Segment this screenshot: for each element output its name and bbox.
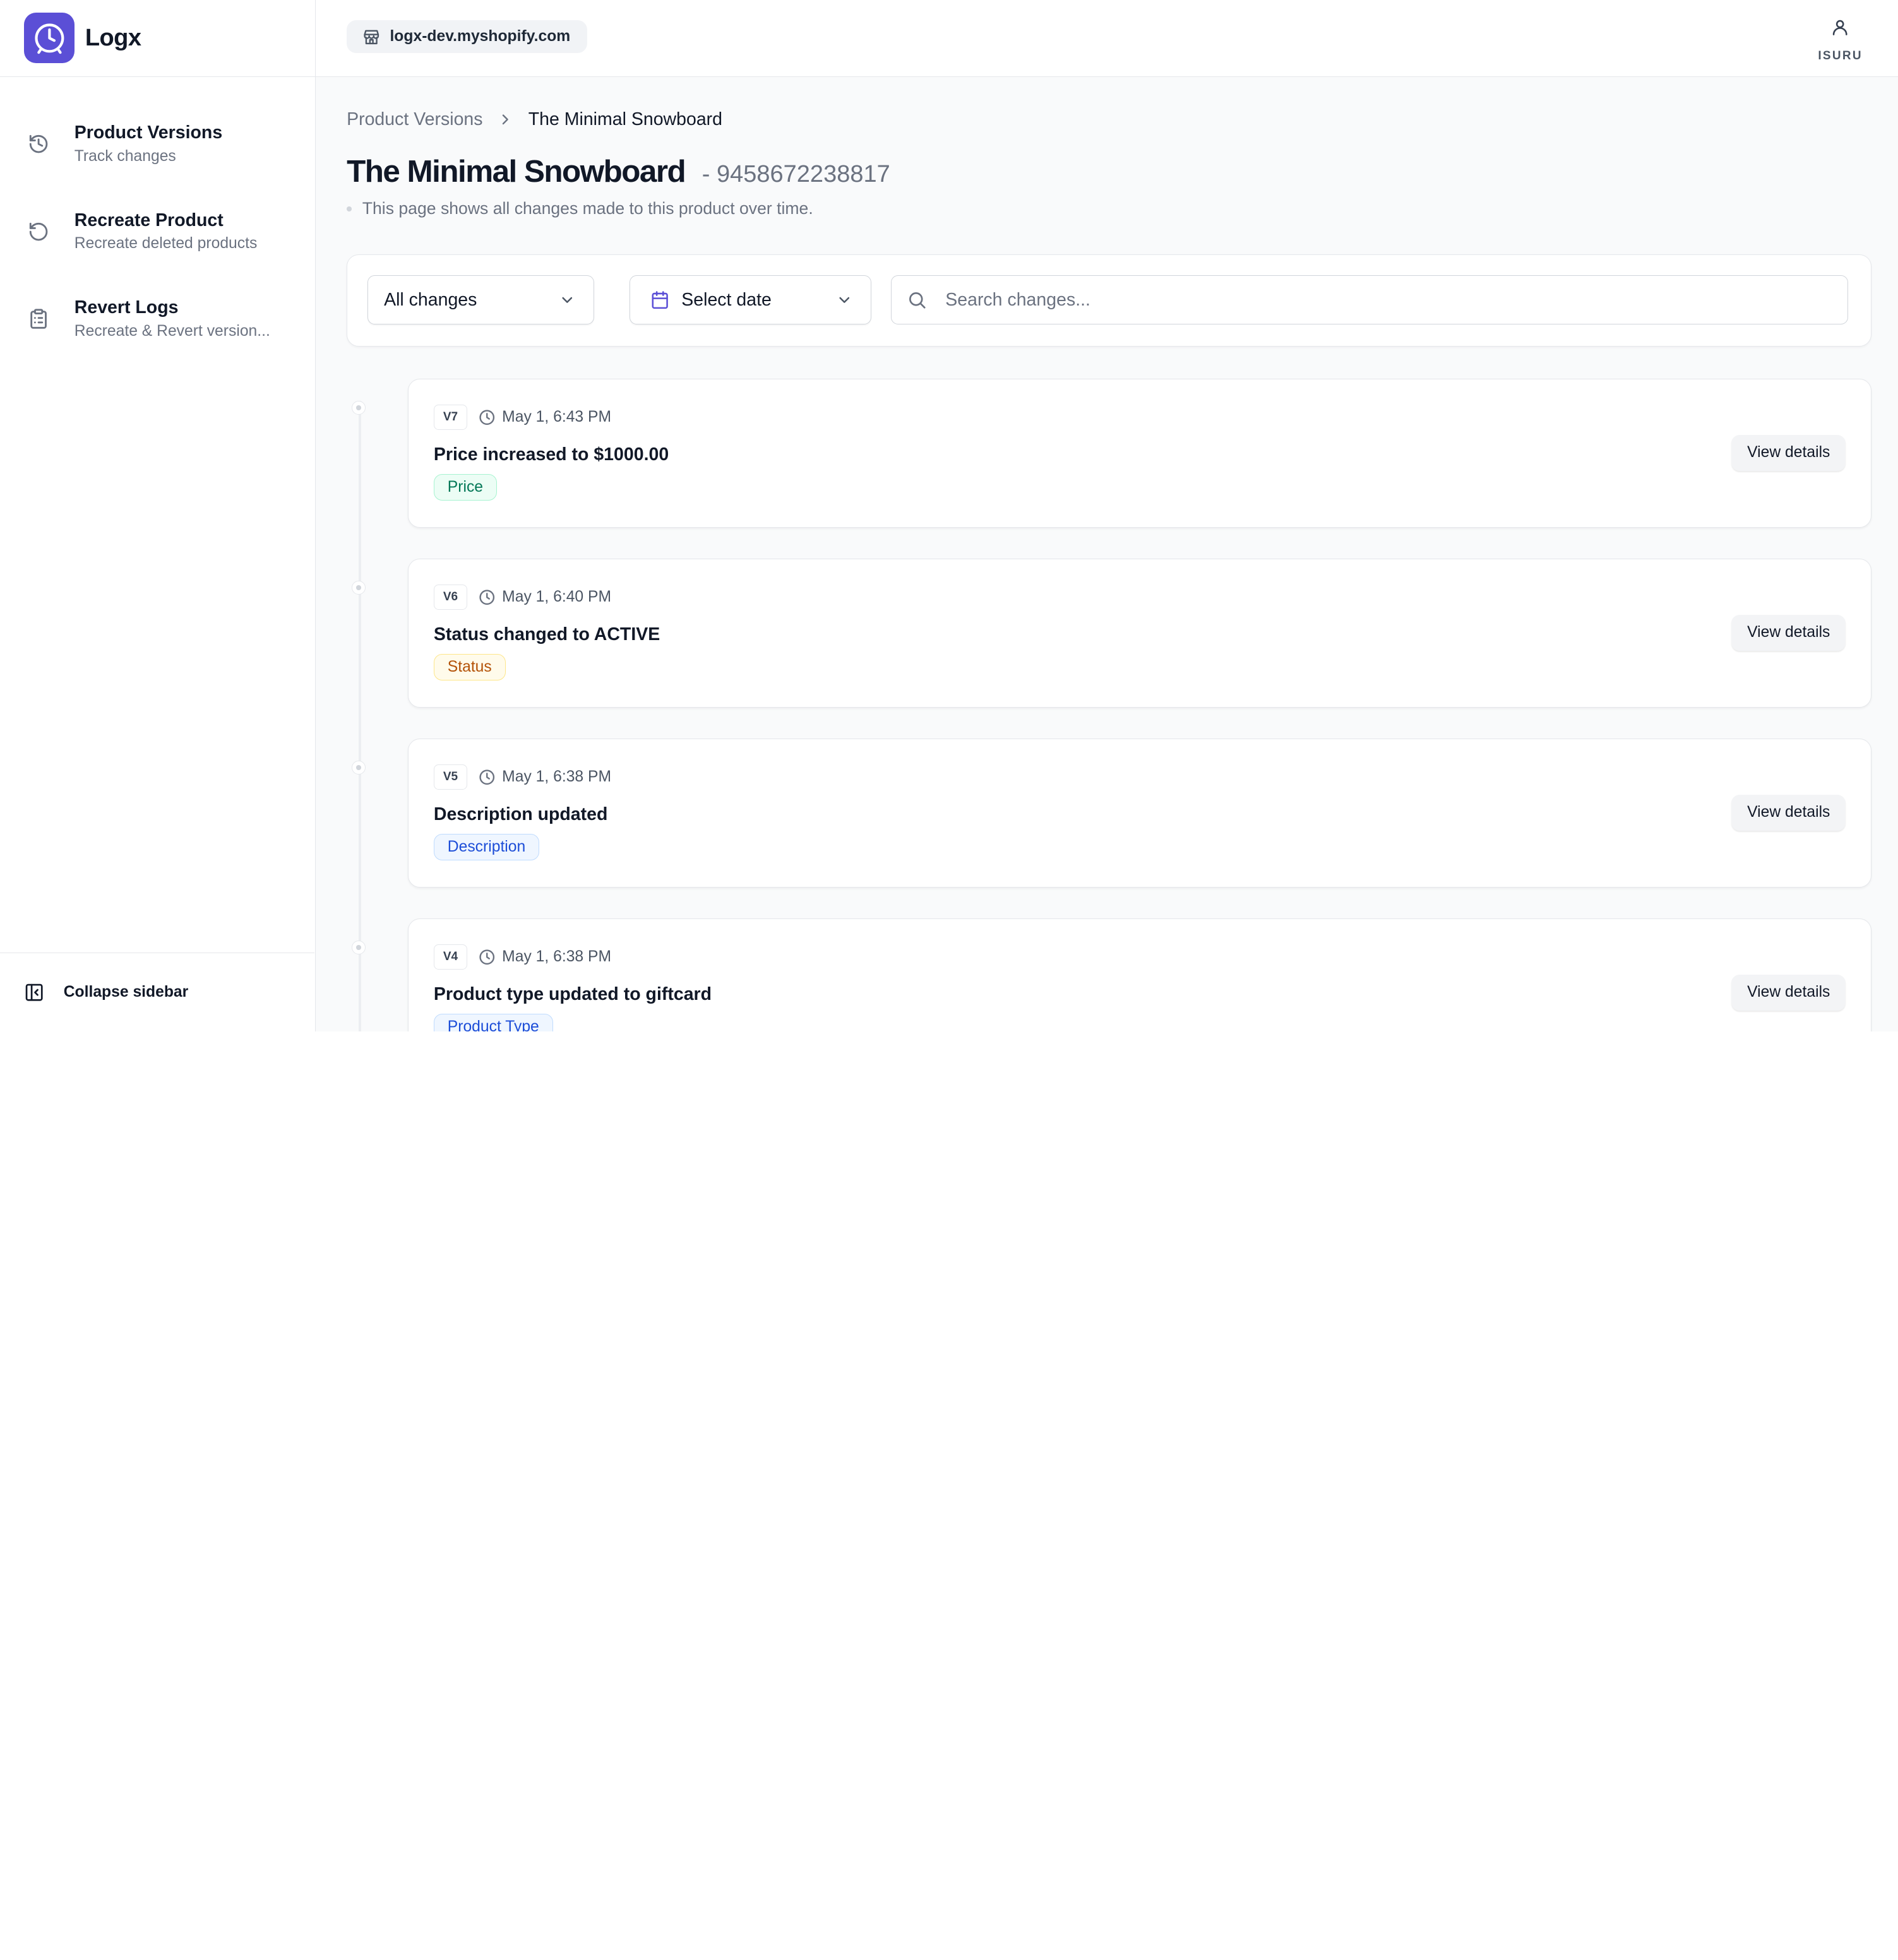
sidebar-item-subtitle: Recreate deleted products xyxy=(74,235,258,252)
date-picker[interactable]: Select date xyxy=(629,275,872,324)
change-tag: Status xyxy=(433,654,506,681)
app-root: Logx Product Versions Track changes Recr… xyxy=(0,0,1898,1031)
timeline-dot xyxy=(351,940,366,955)
view-details-button[interactable]: View details xyxy=(1731,614,1846,651)
change-card: V4 May 1, 6:38 PM Product type updated t… xyxy=(407,918,1871,1031)
app-name: Logx xyxy=(85,24,141,51)
calendar-icon xyxy=(650,290,669,309)
breadcrumb: Product Versions The Minimal Snowboard xyxy=(347,109,722,130)
user-name: ISURU xyxy=(1818,49,1863,62)
version-badge: V7 xyxy=(433,405,468,431)
store-icon xyxy=(362,28,381,46)
change-title: Price increased to $1000.00 xyxy=(433,444,669,465)
rotate-ccw-icon xyxy=(28,221,49,242)
clock-icon xyxy=(478,408,496,427)
sidebar-item-subtitle: Track changes xyxy=(74,147,176,165)
clock-icon xyxy=(478,588,496,607)
sidebar: Logx Product Versions Track changes Recr… xyxy=(0,0,316,1031)
sidebar-item-product-versions[interactable]: Product Versions Track changes xyxy=(0,101,315,189)
filter-bar: All changes Select date xyxy=(347,254,1871,347)
collapse-sidebar-label: Collapse sidebar xyxy=(63,983,189,1001)
chevron-right-icon xyxy=(497,111,514,128)
breadcrumb-product-versions[interactable]: Product Versions xyxy=(347,109,482,130)
change-tag: Product Type xyxy=(433,1014,553,1031)
change-time: May 1, 6:38 PM xyxy=(502,948,612,966)
change-card: V7 May 1, 6:43 PM Price increased to $10… xyxy=(407,379,1871,528)
breadcrumb-current: The Minimal Snowboard xyxy=(528,109,723,129)
sidebar-item-title: Revert Logs xyxy=(74,297,179,318)
store-selector[interactable]: logx-dev.myshopify.com xyxy=(347,20,587,53)
timeline-dot xyxy=(351,760,366,775)
user-menu[interactable]: ISURU xyxy=(1817,11,1865,63)
page-title: The Minimal Snowboard xyxy=(347,154,686,189)
view-details-button[interactable]: View details xyxy=(1731,794,1846,831)
sidebar-nav: Product Versions Track changes Recreate … xyxy=(0,77,315,364)
sidebar-item-subtitle: Recreate & Revert version... xyxy=(74,323,270,340)
change-card: V5 May 1, 6:38 PM Description updated De… xyxy=(407,739,1871,888)
page-subtitle-text: This page shows all changes made to this… xyxy=(362,199,813,218)
version-badge: V4 xyxy=(433,944,468,970)
chevron-down-icon xyxy=(836,292,853,309)
version-badge: V6 xyxy=(433,585,468,610)
change-type-value: All changes xyxy=(384,289,477,310)
change-time: May 1, 6:40 PM xyxy=(502,588,612,606)
change-time: May 1, 6:43 PM xyxy=(502,408,612,426)
version-badge: V5 xyxy=(433,764,468,790)
sidebar-item-title: Recreate Product xyxy=(74,210,224,230)
clock-logo-icon xyxy=(24,13,75,64)
clock-icon xyxy=(478,768,496,787)
change-tag: Price xyxy=(433,474,497,501)
store-domain: logx-dev.myshopify.com xyxy=(390,27,571,45)
chevron-down-icon xyxy=(559,292,576,309)
timeline-dot xyxy=(351,580,366,595)
date-picker-value: Select date xyxy=(681,289,772,310)
collapse-sidebar-button[interactable]: Collapse sidebar xyxy=(0,952,314,1031)
main-content: Product Versions The Minimal Snowboard T… xyxy=(315,76,1898,1031)
change-type-select[interactable]: All changes xyxy=(367,275,595,324)
brand[interactable]: Logx xyxy=(0,0,315,77)
sidebar-item-revert-logs[interactable]: Revert Logs Recreate & Revert version... xyxy=(0,276,315,364)
topbar: logx-dev.myshopify.com ISURU xyxy=(315,0,1898,77)
search-input[interactable] xyxy=(943,288,1788,312)
search-box xyxy=(890,275,1848,324)
clock-icon xyxy=(478,948,496,966)
change-title: Product type updated to giftcard xyxy=(433,983,712,1004)
history-icon xyxy=(28,133,49,155)
bullet-icon xyxy=(347,206,352,211)
page-subtitle: This page shows all changes made to this… xyxy=(347,199,813,218)
sidebar-item-title: Product Versions xyxy=(74,122,223,143)
clipboard-list-icon xyxy=(28,308,49,330)
change-card: V6 May 1, 6:40 PM Status changed to ACTI… xyxy=(407,559,1871,708)
timeline-line xyxy=(359,400,361,1031)
change-title: Status changed to ACTIVE xyxy=(433,624,660,644)
change-title: Description updated xyxy=(433,804,608,824)
page-header: The Minimal Snowboard - 9458672238817 xyxy=(347,153,890,189)
user-icon xyxy=(1823,11,1857,44)
panel-left-close-icon xyxy=(24,982,44,1002)
view-details-button[interactable]: View details xyxy=(1731,974,1846,1011)
search-icon xyxy=(907,290,927,310)
product-id: - 9458672238817 xyxy=(701,161,890,188)
change-tag: Description xyxy=(433,834,540,861)
change-time: May 1, 6:38 PM xyxy=(502,768,612,786)
sidebar-item-recreate-product[interactable]: Recreate Product Recreate deleted produc… xyxy=(0,188,315,276)
timeline-dot xyxy=(351,400,366,415)
view-details-button[interactable]: View details xyxy=(1731,434,1846,471)
